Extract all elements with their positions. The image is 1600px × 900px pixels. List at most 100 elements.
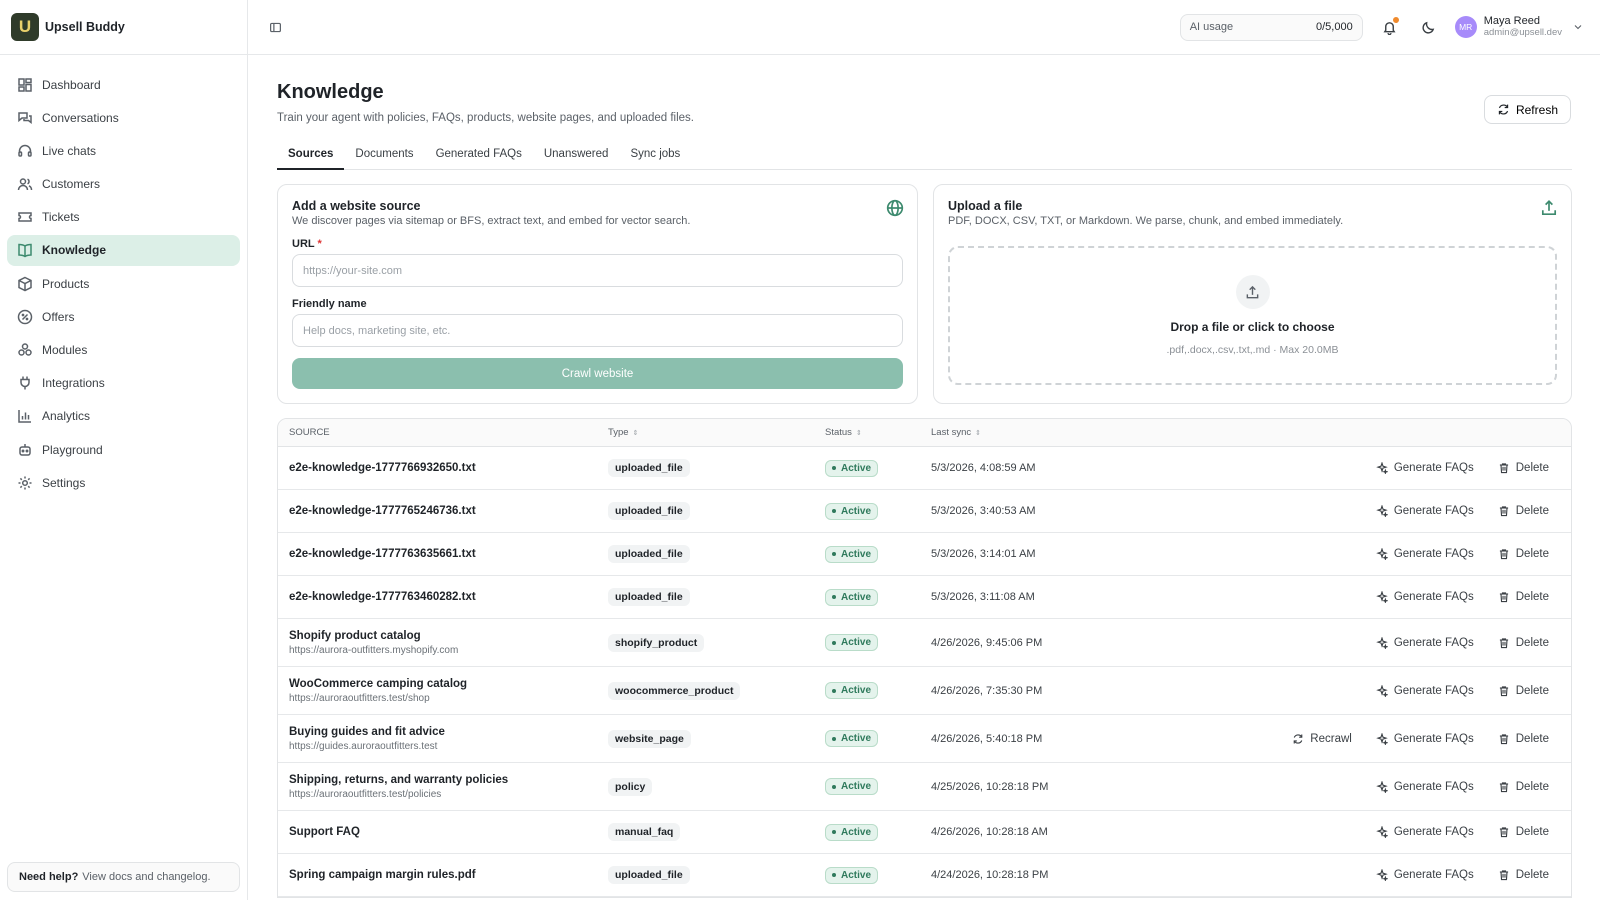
tab-generated-faqs[interactable]: Generated FAQs: [425, 144, 533, 170]
refresh-button[interactable]: Refresh: [1483, 95, 1571, 124]
source-name: e2e-knowledge-1777765246736.txt: [289, 505, 476, 517]
ai-usage[interactable]: AI usage 0/5,000: [1179, 13, 1363, 41]
generate-faqs-button[interactable]: Generate FAQs: [1376, 732, 1474, 745]
tag-icon: [17, 309, 33, 325]
delete-button[interactable]: Delete: [1498, 869, 1549, 881]
brand[interactable]: U Upsell Buddy: [0, 0, 247, 55]
last-sync-date: 4/26/2026, 10:28:18 AM: [931, 826, 1048, 838]
headset-icon: [18, 144, 32, 157]
sidebar-item-playground[interactable]: Playground: [7, 434, 240, 465]
header-type[interactable]: Type ⇕: [608, 427, 825, 438]
delete-button[interactable]: Delete: [1498, 462, 1549, 474]
status-badge: Active: [825, 778, 879, 795]
sidebar-item-tickets[interactable]: Tickets: [7, 202, 240, 233]
source-name: Support FAQ: [289, 826, 360, 838]
tab-documents[interactable]: Documents: [344, 144, 424, 170]
delete-button[interactable]: Delete: [1498, 591, 1549, 603]
table-row: Buying guides and fit advice https://guid…: [278, 715, 1571, 763]
sidebar-item-customers[interactable]: Customers: [7, 169, 240, 200]
help-link[interactable]: Need help? View docs and changelog.: [7, 862, 240, 892]
generate-faqs-button[interactable]: Generate FAQs: [1376, 780, 1474, 793]
header-status[interactable]: Status ⇕: [825, 427, 931, 438]
row-actions: Generate FAQs Delete: [1151, 684, 1571, 697]
type-badge: woocommerce_product: [608, 681, 741, 700]
sidebar-item-label: Dashboard: [42, 77, 101, 92]
sidebar-item-live-chats[interactable]: Live chats: [7, 135, 240, 166]
generate-faqs-button[interactable]: Generate FAQs: [1376, 826, 1474, 838]
status-badge: Active: [825, 866, 879, 884]
delete-button[interactable]: Delete: [1498, 826, 1549, 838]
sidebar-item-modules[interactable]: Modules: [7, 335, 240, 366]
delete-button[interactable]: Delete: [1498, 637, 1549, 649]
refresh-icon: [1293, 733, 1303, 744]
type-badge: uploaded_file: [608, 866, 690, 884]
trash-icon: [1499, 827, 1508, 838]
sidebar-item-settings[interactable]: Settings: [7, 467, 240, 498]
generate-faqs-button[interactable]: Generate FAQs: [1376, 548, 1474, 560]
status-badge: Active: [825, 588, 879, 606]
sidebar-item-label: Modules: [42, 343, 88, 357]
sidebar-item-dashboard[interactable]: Dashboard: [7, 69, 240, 100]
tab-unanswered[interactable]: Unanswered: [533, 144, 620, 170]
upload-card-desc: PDF, DOCX, CSV, TXT, or Markdown. We par…: [948, 215, 1344, 227]
ai-usage-label: AI usage: [1189, 21, 1234, 33]
sidebar-item-label: Live chats: [42, 143, 97, 158]
main: AI usage 0/5,000 MR Maya Reed admin@upse…: [248, 0, 1600, 900]
url-input[interactable]: [292, 254, 903, 287]
tab-sources[interactable]: Sources: [277, 144, 345, 170]
generate-faqs-button[interactable]: Generate FAQs: [1376, 636, 1474, 649]
type-badge: policy: [608, 777, 653, 796]
generate-faqs-button[interactable]: Generate FAQs: [1376, 505, 1474, 517]
sidebar-item-integrations[interactable]: Integrations: [7, 368, 240, 399]
source-name: Shipping, returns, and warranty policies: [289, 773, 509, 786]
generate-faqs-button[interactable]: Generate FAQs: [1376, 684, 1474, 697]
table-row: e2e-knowledge-1777763635661.txt uploaded_…: [278, 533, 1571, 576]
generate-faqs-button[interactable]: Generate FAQs: [1376, 462, 1474, 474]
delete-button[interactable]: Delete: [1498, 685, 1549, 697]
upload-icon: [1541, 200, 1557, 216]
trash-icon: [1499, 637, 1508, 648]
crawl-website-button[interactable]: Crawl website: [292, 358, 903, 389]
notifications-button[interactable]: [1377, 14, 1403, 40]
delete-button[interactable]: Delete: [1498, 733, 1549, 745]
sidebar-item-knowledge[interactable]: Knowledge: [7, 234, 240, 266]
tab-sync-jobs[interactable]: Sync jobs: [619, 144, 691, 170]
sparkle-icon: [1376, 548, 1388, 560]
source-cell: e2e-knowledge-1777763635661.txt: [278, 548, 608, 560]
page-subtitle: Train your agent with policies, FAQs, pr…: [277, 112, 694, 124]
theme-toggle-button[interactable]: [1416, 14, 1442, 40]
refresh-label: Refresh: [1515, 102, 1558, 117]
status-badge: Active: [825, 502, 879, 520]
file-dropzone[interactable]: Drop a file or click to choose .pdf,.doc…: [948, 246, 1557, 385]
generate-faqs-button[interactable]: Generate FAQs: [1376, 591, 1474, 603]
status-badge: Active: [825, 545, 879, 563]
upload-file-card: Upload a file PDF, DOCX, CSV, TXT, or Ma…: [933, 184, 1572, 404]
delete-button[interactable]: Delete: [1498, 548, 1549, 560]
dropzone-upload-icon: [1235, 275, 1270, 309]
delete-button[interactable]: Delete: [1498, 505, 1549, 517]
type-badge: uploaded_file: [608, 545, 690, 563]
sidebar: U Upsell Buddy Dashboard Conversations Liv…: [0, 0, 248, 900]
sidebar-item-conversations[interactable]: Conversations: [7, 102, 240, 133]
recrawl-button[interactable]: Recrawl: [1292, 733, 1352, 745]
header-last-sync[interactable]: Last sync ⇕: [931, 427, 1151, 438]
help-text: View docs and changelog.: [82, 871, 211, 883]
source-cell: Buying guides and fit advice https://guid…: [278, 726, 608, 752]
table-row: e2e-knowledge-1777763460282.txt uploaded_…: [278, 576, 1571, 619]
sidebar-item-offers[interactable]: Offers: [7, 301, 240, 332]
row-actions: Generate FAQs Delete: [1151, 869, 1571, 881]
sparkle-icon: [1376, 462, 1388, 474]
sidebar-toggle-button[interactable]: [264, 16, 286, 38]
source-cell: Shopify product catalog https://aurora-ou…: [278, 630, 608, 656]
delete-button[interactable]: Delete: [1498, 781, 1549, 793]
type-badge: uploaded_file: [608, 588, 690, 606]
sidebar-item-analytics[interactable]: Analytics: [7, 401, 240, 432]
user-menu[interactable]: MR Maya Reed admin@upsell.dev: [1454, 15, 1584, 38]
chevron-down-icon: [1574, 25, 1582, 30]
user-name: Maya Reed: [1483, 15, 1540, 27]
sidebar-item-products[interactable]: Products: [7, 268, 240, 299]
table-row: Support FAQ manual_faq Active 4/26/2026, 10…: [278, 811, 1571, 854]
friendly-name-input[interactable]: [292, 314, 903, 347]
source-url: https://auroraoutfitters.test/shop: [289, 692, 430, 704]
generate-faqs-button[interactable]: Generate FAQs: [1376, 869, 1474, 881]
